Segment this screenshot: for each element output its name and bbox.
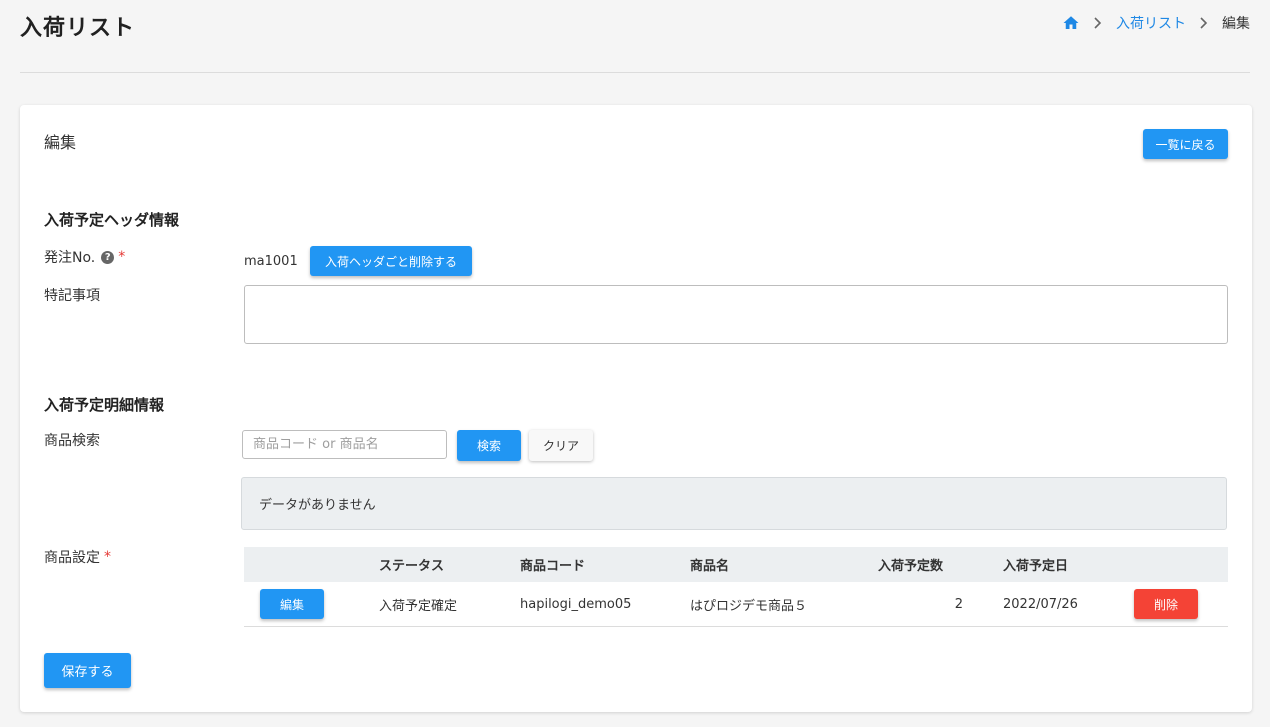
page-title: 入荷リスト <box>20 16 136 41</box>
table-row: 編集 入荷予定確定 hapilogi_demo05 はぴロジデモ商品５ 2 20… <box>244 582 1228 627</box>
delete-header-button[interactable]: 入荷ヘッダごと削除する <box>310 246 472 276</box>
product-setting-label: 商品設定 * <box>44 547 111 567</box>
column-header-name: 商品名 <box>690 559 730 574</box>
table-header: ステータス 商品コード 商品名 入荷予定数 入荷予定日 <box>244 547 1228 582</box>
product-search-input[interactable] <box>242 430 447 459</box>
edit-row-button[interactable]: 編集 <box>260 589 324 619</box>
column-header-status: ステータス <box>379 559 445 574</box>
edit-card: 編集 一覧に戻る 入荷予定ヘッダ情報 発注No. ? * ma1001 入荷ヘッ… <box>20 105 1252 712</box>
row-status: 入荷予定確定 <box>379 598 458 614</box>
question-circle-icon[interactable]: ? <box>101 250 115 264</box>
breadcrumb-link-arrival-list[interactable]: 入荷リスト <box>1116 13 1186 33</box>
breadcrumb: 入荷リスト 編集 <box>1062 13 1250 33</box>
chevron-right-icon <box>1094 16 1102 30</box>
row-name: はぴロジデモ商品５ <box>690 598 808 614</box>
delete-row-button[interactable]: 削除 <box>1134 589 1198 619</box>
breadcrumb-current: 編集 <box>1222 16 1250 32</box>
column-header-date: 入荷予定日 <box>1003 559 1069 574</box>
required-mark: * <box>104 549 111 565</box>
header-divider <box>20 72 1250 73</box>
search-results-empty: データがありません <box>241 477 1227 530</box>
clear-button[interactable]: クリア <box>529 430 593 461</box>
product-setting-label-text: 商品設定 <box>44 550 100 566</box>
notes-label: 特記事項 <box>44 288 100 304</box>
save-button[interactable]: 保存する <box>44 653 131 688</box>
product-table: ステータス 商品コード 商品名 入荷予定数 入荷予定日 編集 入荷予定確定 ha… <box>244 547 1228 627</box>
row-code: hapilogi_demo05 <box>520 596 632 612</box>
header-section-title: 入荷予定ヘッダ情報 <box>44 211 180 229</box>
column-header-code: 商品コード <box>520 559 586 574</box>
product-search-label: 商品検索 <box>44 433 100 449</box>
row-date: 2022/07/26 <box>1003 596 1078 612</box>
home-icon[interactable] <box>1062 14 1080 32</box>
empty-message: データがありません <box>259 498 376 513</box>
back-to-list-button[interactable]: 一覧に戻る <box>1143 129 1228 159</box>
order-no-value: ma1001 <box>244 254 298 269</box>
detail-section-title: 入荷予定明細情報 <box>44 396 165 414</box>
order-no-label: 発注No. ? * <box>44 247 125 267</box>
card-title: 編集 <box>44 133 77 152</box>
order-no-label-text: 発注No. <box>44 250 96 266</box>
notes-textarea[interactable] <box>244 285 1228 344</box>
column-header-quantity: 入荷予定数 <box>878 559 944 574</box>
search-button[interactable]: 検索 <box>457 430 521 461</box>
chevron-right-icon <box>1200 16 1208 30</box>
required-mark: * <box>118 249 126 265</box>
row-quantity: 2 <box>954 596 963 612</box>
